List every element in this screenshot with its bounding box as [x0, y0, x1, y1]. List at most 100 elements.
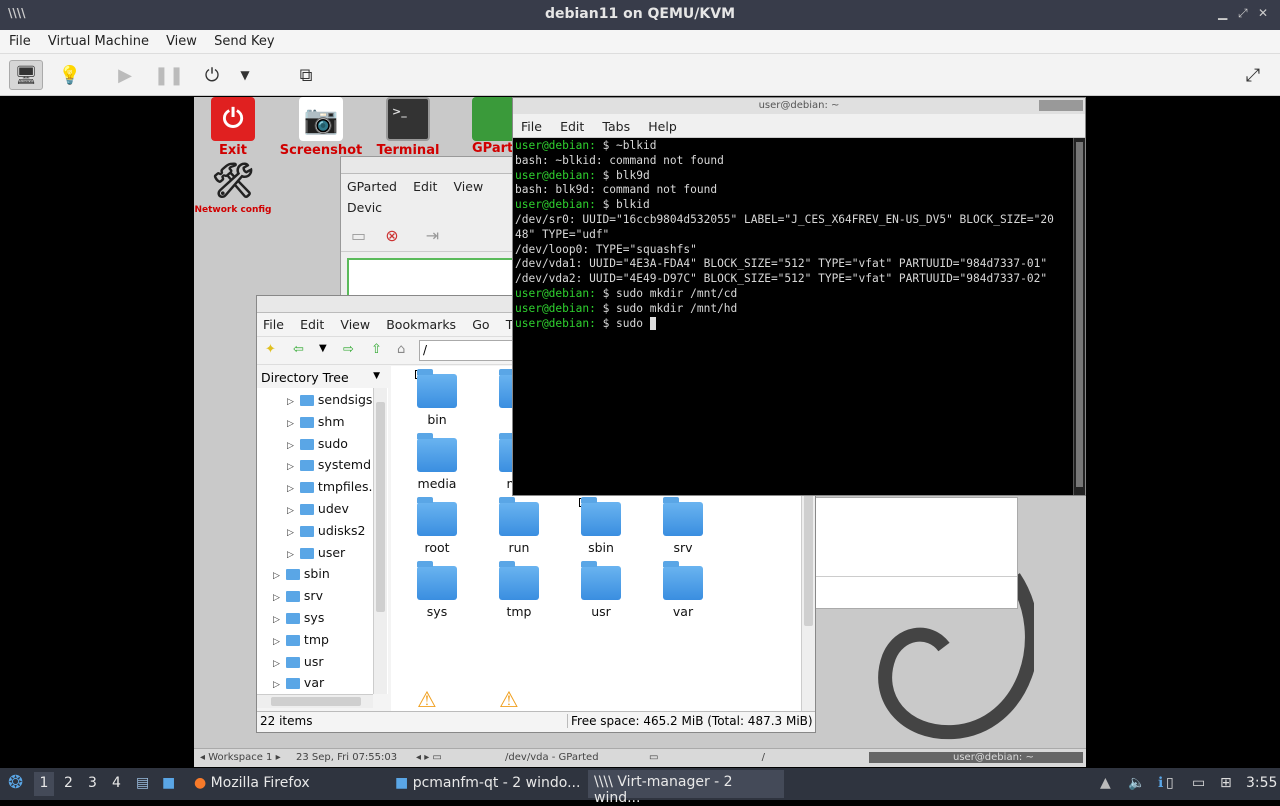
files-launcher-icon[interactable]: ▤ — [136, 775, 149, 791]
expand-arrow-icon[interactable]: ▷ — [287, 506, 294, 516]
fm-menu-edit[interactable]: Edit — [294, 314, 330, 335]
workspace-1[interactable]: 1 — [34, 772, 54, 796]
home-icon[interactable]: ⌂ — [397, 342, 405, 357]
screen-icon[interactable]: ▭ — [1192, 775, 1205, 791]
file-item[interactable]: var — [643, 561, 723, 619]
expand-arrow-icon[interactable]: ▷ — [273, 680, 280, 690]
file-item[interactable]: run — [479, 497, 559, 555]
vm-display[interactable]: ⏻ Exit 📷 Screenshot >_ Terminal GParted … — [194, 97, 1086, 767]
fm-menu-bookmarks[interactable]: Bookmarks — [380, 314, 462, 335]
desktop-icon[interactable]: ■ — [162, 775, 175, 791]
update-icon[interactable]: ℹ — [1158, 775, 1163, 791]
tree-hscrollbar[interactable] — [257, 694, 373, 708]
menu-virtual-machine[interactable]: Virtual Machine — [39, 30, 149, 49]
desktop-icon-screenshot[interactable]: 📷 Screenshot — [276, 97, 366, 158]
menu-file[interactable]: File — [0, 30, 31, 49]
directory-tree[interactable]: ▷ sendsigs. ▷ shm ▷ sudo ▷ systemd ▷ tmpfiles.c ▷ u… — [257, 388, 388, 694]
tree-scrollbar[interactable] — [373, 388, 387, 694]
expand-arrow-icon[interactable]: ▷ — [287, 528, 294, 538]
expand-arrow-icon[interactable]: ▷ — [287, 397, 294, 407]
guest-task-files[interactable]: ▭ / — [649, 752, 765, 763]
fm-menu-view[interactable]: View — [334, 314, 376, 335]
console-view-button[interactable]: 🖥 — [9, 60, 43, 90]
maximize-icon[interactable]: ⤢ — [1238, 6, 1248, 21]
gparted-menu-device[interactable]: Devic — [341, 197, 388, 218]
expand-arrow-icon[interactable]: ▷ — [287, 484, 294, 494]
history-dropdown-icon[interactable]: ▼ — [319, 343, 327, 354]
new-partition-icon[interactable]: ▭ — [351, 226, 366, 245]
terminal-scrollbar[interactable] — [1073, 138, 1085, 495]
minimize-icon[interactable]: ▁ — [1218, 6, 1227, 20]
tree-item[interactable]: ▷ user — [287, 545, 345, 565]
gparted-menu-view[interactable]: View — [448, 176, 490, 197]
gparted-partition-list[interactable] — [815, 497, 1018, 609]
fm-menu-file[interactable]: File — [257, 314, 290, 335]
term-menu-tabs[interactable]: Tabs — [594, 114, 636, 134]
workspace-switcher[interactable]: ◂ Workspace 1 ▸ — [200, 752, 281, 763]
window-controls[interactable] — [1039, 100, 1083, 111]
file-item[interactable]: usr — [561, 561, 641, 619]
tree-item[interactable]: ▷ sbin — [273, 566, 330, 586]
up-icon[interactable]: ⇧ — [371, 342, 382, 357]
terminal-window[interactable]: user@debian: ~ File Edit Tabs Help user@… — [512, 97, 1086, 496]
term-menu-file[interactable]: File — [513, 114, 548, 134]
expand-arrow-icon[interactable]: ▷ — [273, 571, 280, 581]
workspace-2[interactable]: 2 — [64, 775, 73, 791]
fm-menu-go[interactable]: Go — [466, 314, 495, 335]
guest-task-gparted[interactable]: ◂ ▸ ▭ /dev/vda - GParted — [416, 752, 599, 763]
close-icon[interactable]: ✕ — [1258, 6, 1268, 20]
desktop-icon-network-config[interactable]: 🛠 Network config — [194, 159, 278, 215]
menu-view[interactable]: View — [157, 30, 197, 49]
term-menu-help[interactable]: Help — [640, 114, 683, 134]
details-view-button[interactable]: 💡 — [53, 60, 87, 90]
expand-arrow-icon[interactable]: ▷ — [287, 550, 294, 560]
tree-item[interactable]: ▷ udev — [287, 501, 349, 521]
new-tab-icon[interactable]: ✦ — [265, 342, 276, 357]
file-item[interactable]: srv — [643, 497, 723, 555]
file-item[interactable]: media — [397, 433, 477, 491]
task-pcmanfm[interactable]: ■ pcmanfm-qt - 2 windo... — [395, 775, 580, 791]
tree-item[interactable]: ▷ udisks2 — [287, 523, 365, 543]
tree-item[interactable]: ▷ tmp — [273, 632, 329, 652]
expand-arrow-icon[interactable]: ▷ — [287, 441, 294, 451]
snapshots-button[interactable]: ⧉ — [289, 60, 323, 90]
workspace-4[interactable]: 4 — [112, 775, 121, 791]
file-item[interactable]: root — [397, 497, 477, 555]
forward-icon[interactable]: ⇨ — [343, 342, 354, 357]
file-item[interactable]: ↗sbin — [561, 497, 641, 555]
tree-item[interactable]: ▷ usr — [273, 654, 324, 674]
menu-send-key[interactable]: Send Key — [205, 30, 274, 49]
desktop-icon-exit[interactable]: ⏻ Exit — [194, 97, 278, 158]
tray-up-icon[interactable]: ▲ — [1100, 775, 1111, 791]
tree-item[interactable]: ▷ var — [273, 675, 324, 694]
sidebar-mode-select[interactable]: Directory Tree ▼ — [257, 366, 388, 388]
expand-arrow-icon[interactable]: ▷ — [287, 462, 294, 472]
gparted-window[interactable]: GParted Edit View Devic ▭ ⊗ ⇥ — [340, 156, 540, 316]
back-icon[interactable]: ⇦ — [293, 342, 304, 357]
network-icon[interactable]: ⊞ — [1220, 775, 1232, 791]
tree-item[interactable]: ▷ srv — [273, 588, 323, 608]
expand-arrow-icon[interactable]: ▷ — [273, 659, 280, 669]
file-item[interactable]: sys — [397, 561, 477, 619]
tree-item[interactable]: ▷ shm — [287, 414, 345, 434]
expand-arrow-icon[interactable]: ▷ — [273, 593, 280, 603]
shutdown-button[interactable]: ⏻ — [195, 60, 229, 90]
tree-item[interactable]: ▷ sudo — [287, 436, 348, 456]
volume-icon[interactable]: 🔈 — [1128, 775, 1145, 791]
task-virt-manager[interactable]: \\\\ Virt-manager - 2 wind... — [588, 770, 784, 806]
gparted-menu-edit[interactable]: Edit — [407, 176, 443, 197]
gparted-menu-gparted[interactable]: GParted — [341, 176, 403, 197]
tree-item[interactable]: ▷ sendsigs. — [287, 392, 376, 412]
pause-button[interactable]: ❚❚ — [152, 60, 186, 90]
expand-arrow-icon[interactable]: ▷ — [273, 615, 280, 625]
terminal-output[interactable]: user@debian: $ ~blkid bash: ~blkid: comma… — [513, 138, 1085, 332]
expand-arrow-icon[interactable]: ▷ — [287, 419, 294, 429]
shutdown-dropdown[interactable]: ▼ — [235, 60, 255, 90]
file-item[interactable]: tmp — [479, 561, 559, 619]
clipboard-icon[interactable]: ▯ — [1166, 775, 1174, 791]
resize-icon[interactable]: ⇥ — [426, 226, 439, 245]
start-menu-icon[interactable]: ❂ — [8, 772, 23, 793]
fullscreen-button[interactable]: ⤢ — [1236, 60, 1270, 90]
desktop-icon-terminal[interactable]: >_ Terminal — [363, 97, 453, 158]
delete-icon[interactable]: ⊗ — [385, 226, 398, 245]
